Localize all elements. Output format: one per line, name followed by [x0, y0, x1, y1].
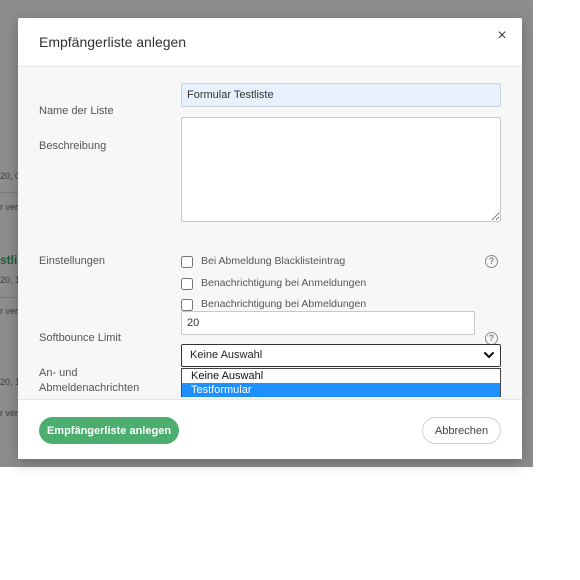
chevron-down-icon	[484, 352, 494, 358]
dialog-header: Empfängerliste anlegen ×	[18, 18, 522, 67]
checkbox-blacklist-on-unsubscribe[interactable]: Bei Abmeldung Blacklisteintrag	[181, 254, 481, 269]
checkbox-notify-unsubscriptions[interactable]: Benachrichtigung bei Abmeldungen	[181, 297, 481, 312]
settings-label: Einstellungen	[39, 255, 106, 267]
list-name-label: Name der Liste	[39, 105, 114, 117]
dropdown-option-none[interactable]: Keine Auswahl	[182, 369, 500, 383]
list-name-input[interactable]	[181, 83, 501, 107]
dropdown-option-testformular[interactable]: Testformular	[182, 383, 500, 397]
subscribe-messages-label-line1: An- und	[39, 367, 78, 379]
dialog-body: Name der Liste Beschreibung Einstellunge…	[18, 67, 522, 399]
description-textarea[interactable]	[181, 117, 501, 222]
subscribe-messages-select[interactable]: Keine Auswahl	[181, 344, 501, 367]
dialog-title: Empfängerliste anlegen	[39, 34, 187, 50]
create-recipient-list-dialog: Empfängerliste anlegen × Name der Liste …	[18, 18, 522, 459]
checkbox-notify-subscriptions[interactable]: Benachrichtigung bei Anmeldungen	[181, 276, 481, 291]
description-label: Beschreibung	[39, 140, 107, 152]
softbounce-limit-input[interactable]	[181, 311, 475, 335]
subscribe-messages-label-line2: Abmeldenachrichten	[39, 382, 140, 394]
checkbox[interactable]	[181, 299, 193, 311]
create-list-button[interactable]: Empfängerliste anlegen	[39, 417, 179, 444]
checkbox-label: Benachrichtigung bei Abmeldungen	[201, 298, 367, 310]
softbounce-label: Softbounce Limit	[39, 332, 121, 344]
select-value: Keine Auswahl	[190, 349, 263, 361]
checkbox[interactable]	[181, 278, 193, 290]
dialog-footer: Empfängerliste anlegen Abbrechen	[18, 399, 522, 459]
settings-help-icon[interactable]: ?	[485, 255, 498, 268]
checkbox[interactable]	[181, 256, 193, 268]
cancel-button[interactable]: Abbrechen	[422, 417, 501, 444]
checkbox-label: Benachrichtigung bei Anmeldungen	[201, 277, 367, 289]
checkbox-label: Bei Abmeldung Blacklisteintrag	[201, 255, 346, 267]
subscribe-messages-dropdown: Keine Auswahl Testformular	[181, 368, 501, 397]
close-icon[interactable]: ×	[492, 27, 512, 47]
